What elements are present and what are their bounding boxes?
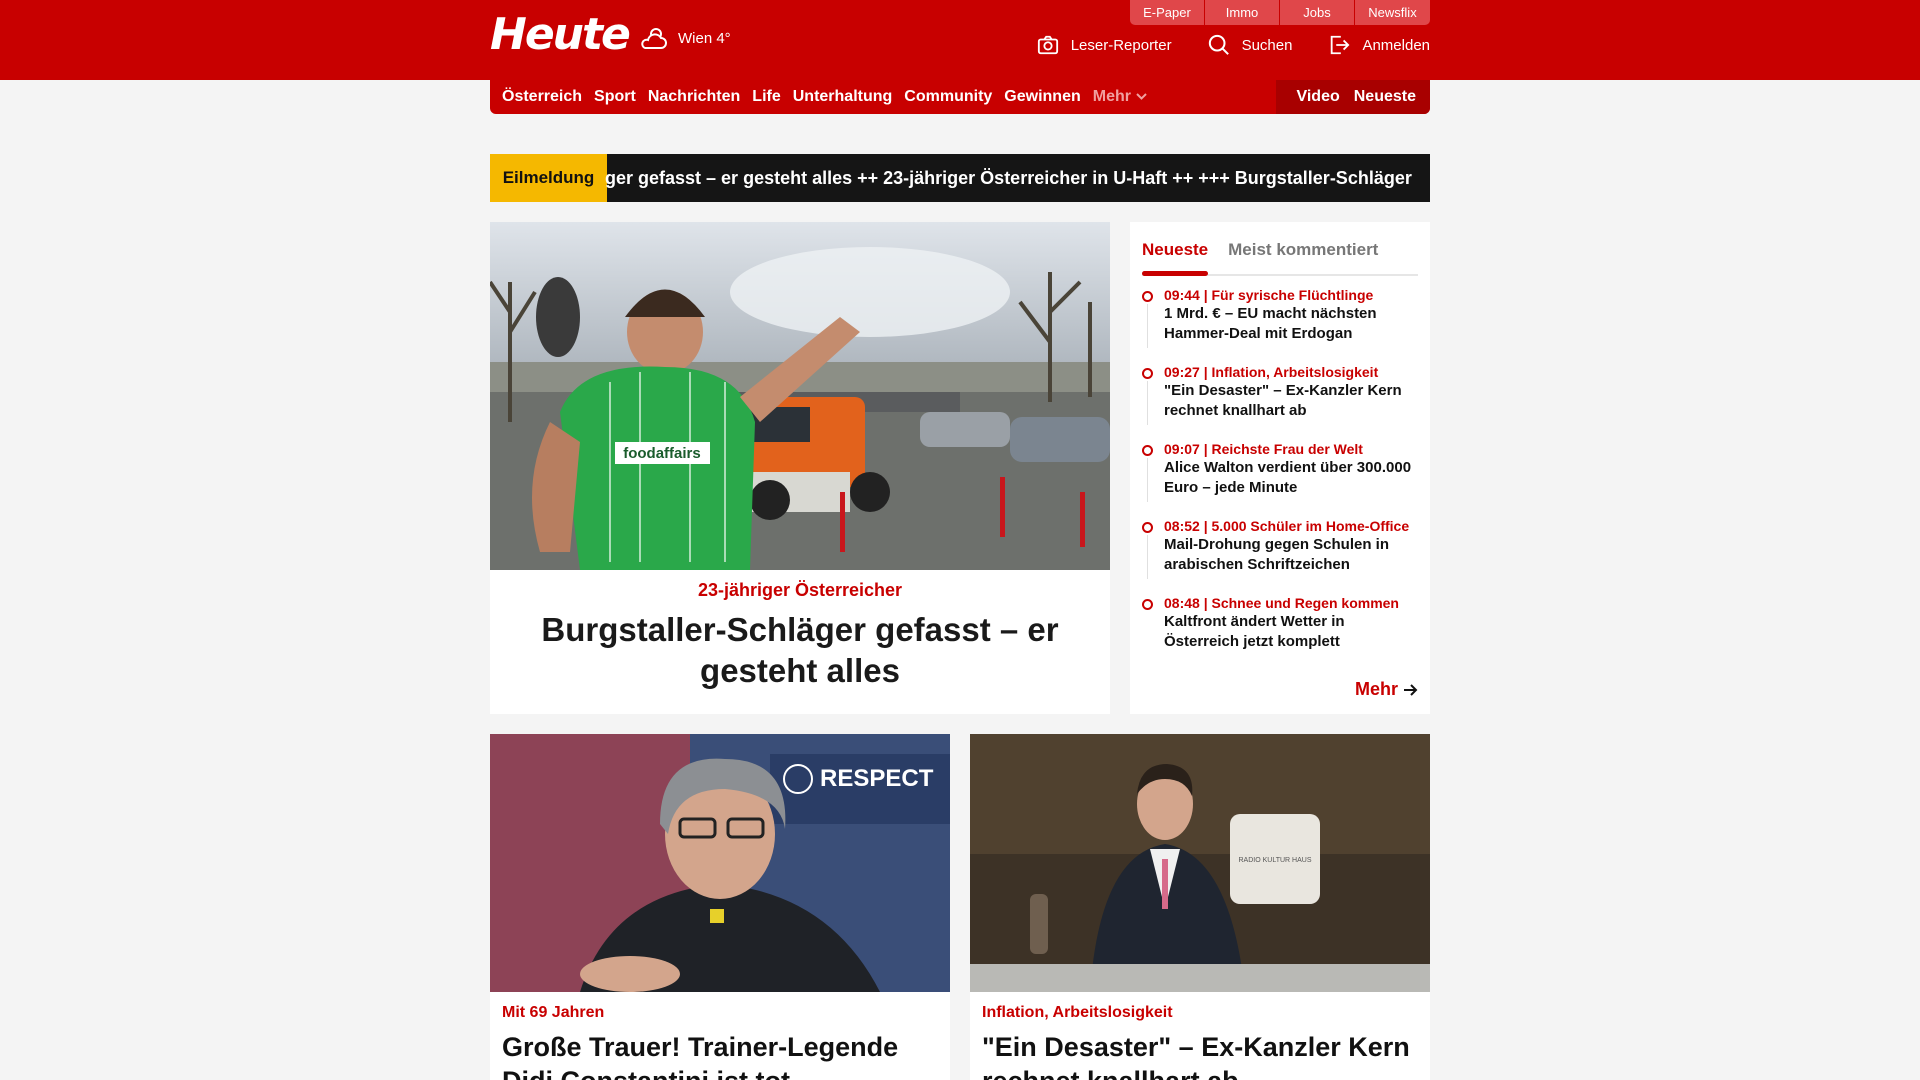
tab-epaper[interactable]: E-Paper (1130, 0, 1205, 25)
login-icon (1331, 35, 1350, 55)
news-title[interactable]: 1 Mrd. € – EU macht nächsten Hammer-Deal… (1164, 304, 1418, 344)
timeline-dot-icon (1142, 368, 1153, 379)
nav-item-life[interactable]: Life (752, 88, 780, 106)
hero-caption: 23-jähriger Österreicher Burgstaller-Sch… (490, 570, 1110, 691)
news-title[interactable]: Mail-Drohung gegen Schulen in arabischen… (1164, 535, 1418, 575)
search-label: Suchen (1241, 36, 1293, 54)
tab-newsflix[interactable]: Newsflix (1355, 0, 1430, 25)
nav-more-dropdown[interactable]: Mehr (1093, 88, 1147, 106)
tab-neueste[interactable]: Neueste (1142, 232, 1209, 276)
arrow-right-icon (1404, 683, 1418, 696)
cloud-sun-icon (641, 28, 667, 49)
weather-label: Wien 4° (678, 29, 731, 47)
latest-news-list: 09:44 | Für syrische Flüchtlinge 1 Mrd. … (1142, 286, 1418, 652)
card-image-banner: RESPECT (820, 765, 934, 792)
timeline-line (1147, 381, 1148, 425)
timeline-dot-icon (1142, 445, 1153, 456)
timeline-dot-icon (1142, 522, 1153, 533)
breaking-news-text[interactable]: ger gefasst – er gesteht alles ++ 23-jäh… (605, 168, 1412, 189)
nav-item-nachrichten[interactable]: Nachrichten (648, 88, 740, 106)
card-kicker: Mit 69 Jahren (502, 1004, 605, 1021)
panel-more-link[interactable]: Mehr (1355, 679, 1418, 700)
leser-reporter-button[interactable]: Leser-Reporter (1037, 34, 1172, 56)
nav-more-label: Mehr (1092, 88, 1131, 105)
news-meta: 09:27 | Inflation, Arbeitslosigkeit (1164, 364, 1379, 380)
list-item[interactable]: 09:07 | Reichste Frau der Welt Alice Wal… (1142, 440, 1418, 502)
panel-tabs: Neueste Meist kommentiert (1142, 232, 1418, 276)
timeline-line (1147, 535, 1148, 579)
news-title[interactable]: Kaltfront ändert Wetter in Österreich je… (1164, 612, 1418, 652)
list-item[interactable]: 08:48 | Schnee und Regen kommen Kaltfron… (1142, 594, 1418, 652)
hero-image-sponsor: foodaffairs (623, 445, 701, 462)
card-image[interactable]: RESPECT (490, 734, 950, 992)
nav-right: Video Neueste (1276, 80, 1430, 114)
list-item[interactable]: 09:44 | Für syrische Flüchtlinge 1 Mrd. … (1142, 286, 1418, 348)
hero-image[interactable]: foodaffairs (490, 222, 1110, 570)
latest-news-panel: Neueste Meist kommentiert 09:44 | Für sy… (1130, 222, 1430, 714)
hero-article[interactable]: foodaffairs 23-jähriger Österreicher Bur… (490, 222, 1110, 714)
search-icon (1208, 34, 1229, 55)
chevron-down-icon (1136, 93, 1147, 100)
login-label: Anmelden (1362, 36, 1430, 54)
nav-item-video[interactable]: Video (1296, 88, 1339, 106)
header-actions: Leser-Reporter Suchen Anmelden (1037, 34, 1430, 56)
timeline-line (1147, 304, 1148, 348)
card-image[interactable]: RADIO KULTUR HAUS (970, 734, 1430, 992)
card-title[interactable]: Große Trauer! Trainer-Legende Didi Const… (502, 1030, 938, 1080)
nav-item-neueste[interactable]: Neueste (1354, 88, 1416, 106)
nav-items: Österreich Sport Nachrichten Life Unterh… (490, 88, 1276, 106)
tab-meist-kommentiert[interactable]: Meist kommentiert (1228, 232, 1378, 274)
nav-item-unterhaltung[interactable]: Unterhaltung (793, 88, 893, 106)
breaking-news-ticker[interactable]: Eilmeldung ger gefasst – er gesteht alle… (490, 154, 1430, 202)
heute-logo[interactable]: Heute (490, 12, 631, 58)
nav-item-gewinnen[interactable]: Gewinnen (1004, 88, 1080, 106)
top-header (0, 0, 1920, 80)
nav-item-sport[interactable]: Sport (594, 88, 636, 106)
card-kicker: Inflation, Arbeitslosigkeit (982, 1004, 1173, 1021)
card-image-sign: RADIO KULTUR HAUS (1239, 857, 1312, 864)
nav-item-oesterreich[interactable]: Österreich (502, 88, 582, 106)
top-tabs: E-Paper Immo Jobs Newsflix (1130, 0, 1430, 25)
hero-photo-illustration: foodaffairs (490, 222, 1110, 570)
weather-widget[interactable]: Wien 4° (638, 24, 731, 52)
timeline-line (1147, 458, 1148, 502)
article-card-kern[interactable]: RADIO KULTUR HAUS Inflation, Arbeitslosi… (970, 734, 1430, 1080)
breaking-news-label: Eilmeldung (490, 154, 607, 202)
list-item[interactable]: 09:27 | Inflation, Arbeitslosigkeit "Ein… (1142, 363, 1418, 425)
card-body: Mit 69 Jahren Große Trauer! Trainer-Lege… (490, 992, 950, 1080)
timeline-dot-icon (1142, 599, 1153, 610)
main-nav: Österreich Sport Nachrichten Life Unterh… (490, 80, 1430, 114)
tab-jobs[interactable]: Jobs (1280, 0, 1355, 25)
card-body: Inflation, Arbeitslosigkeit "Ein Desaste… (970, 992, 1430, 1080)
timeline-dot-icon (1142, 291, 1153, 302)
hero-kicker: 23-jähriger Österreicher (697, 580, 903, 600)
news-meta: 09:07 | Reichste Frau der Welt (1164, 441, 1363, 457)
card-photo-illustration: RESPECT (490, 734, 950, 992)
search-button[interactable]: Suchen (1208, 34, 1293, 56)
card-photo-illustration: RADIO KULTUR HAUS (970, 734, 1430, 992)
news-meta: 08:48 | Schnee und Regen kommen (1164, 595, 1399, 611)
camera-icon (1037, 35, 1058, 55)
panel-more-label: Mehr (1354, 679, 1398, 699)
news-title[interactable]: "Ein Desaster" – Ex-Kanzler Kern rechnet… (1164, 381, 1418, 421)
news-meta: 08:52 | 5.000 Schüler im Home-Office (1164, 518, 1410, 534)
card-title[interactable]: "Ein Desaster" – Ex-Kanzler Kern rechnet… (982, 1030, 1418, 1080)
news-title[interactable]: Alice Walton verdient über 300.000 Euro … (1164, 458, 1418, 498)
news-meta: 09:44 | Für syrische Flüchtlinge (1164, 287, 1374, 303)
nav-item-community[interactable]: Community (904, 88, 992, 106)
list-item[interactable]: 08:52 | 5.000 Schüler im Home-Office Mai… (1142, 517, 1418, 579)
leser-reporter-label: Leser-Reporter (1070, 36, 1172, 54)
tab-immo[interactable]: Immo (1205, 0, 1280, 25)
article-card-constantini[interactable]: RESPECT Mit 69 Jahren Große Trauer! Trai… (490, 734, 950, 1080)
hero-title[interactable]: Burgstaller-Schläger gefasst – er gesteh… (490, 609, 1110, 691)
login-button[interactable]: Anmelden (1328, 34, 1430, 56)
